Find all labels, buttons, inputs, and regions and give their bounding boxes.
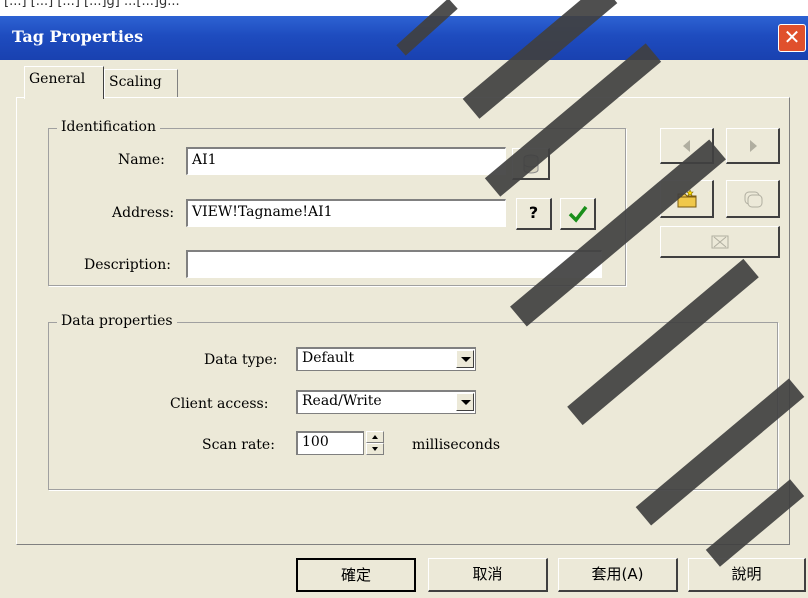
ok-button[interactable]: 確定 xyxy=(296,558,416,592)
chevron-down-icon[interactable] xyxy=(456,393,474,411)
check-icon xyxy=(568,205,587,223)
spin-up-icon[interactable] xyxy=(366,431,384,443)
description-label: Description: xyxy=(84,257,171,273)
top-strip-text: [...] [...] [...] [...]g] ...[...]g... xyxy=(4,0,180,9)
tab-scaling-label: Scaling xyxy=(109,74,162,90)
data-type-value: Default xyxy=(302,350,355,366)
scan-rate-value: 100 xyxy=(302,434,329,450)
chevron-down-icon[interactable] xyxy=(456,350,474,368)
apply-button[interactable]: 套用(A) xyxy=(558,558,678,592)
help-button[interactable]: 說明 xyxy=(688,558,806,592)
tab-scaling[interactable]: Scaling xyxy=(104,69,178,97)
close-icon: ✕ xyxy=(783,25,801,49)
client-access-label: Client access: xyxy=(170,396,269,412)
client-access-value: Read/Write xyxy=(302,393,382,409)
data-properties-legend: Data properties xyxy=(57,313,177,329)
next-icon xyxy=(749,140,757,152)
address-label: Address: xyxy=(112,205,175,221)
scan-rate-field[interactable]: 100 xyxy=(296,431,364,455)
scan-rate-spinner[interactable] xyxy=(366,431,384,455)
name-field[interactable]: AI1 xyxy=(186,147,506,175)
scan-rate-label: Scan rate: xyxy=(202,437,275,453)
identification-legend: Identification xyxy=(57,119,160,135)
validate-button[interactable] xyxy=(560,198,596,230)
next-tag-button[interactable] xyxy=(726,128,780,164)
delete-tag-icon xyxy=(711,235,728,249)
tab-general-label: General xyxy=(29,71,86,87)
copy-tag-button[interactable] xyxy=(726,180,780,218)
background-strip: [...] [...] [...] [...]g] ...[...]g... xyxy=(0,0,808,16)
window-title: Tag Properties xyxy=(12,27,144,46)
copy-tag-icon xyxy=(744,191,762,208)
delete-tag-button[interactable] xyxy=(660,226,780,258)
help-icon: ? xyxy=(528,203,539,222)
address-field[interactable]: VIEW!Tagname!AI1 xyxy=(186,199,506,227)
close-button[interactable]: ✕ xyxy=(778,24,806,52)
spin-down-icon[interactable] xyxy=(366,443,384,455)
data-type-label: Data type: xyxy=(204,352,278,368)
data-type-select[interactable]: Default xyxy=(296,347,476,371)
client-access-select[interactable]: Read/Write xyxy=(296,390,476,414)
tab-general[interactable]: General xyxy=(24,66,104,99)
scan-rate-unit: milliseconds xyxy=(412,437,501,453)
description-field[interactable] xyxy=(186,250,602,278)
cancel-button[interactable]: 取消 xyxy=(428,558,548,592)
name-label: Name: xyxy=(118,152,165,168)
help-address-button[interactable]: ? xyxy=(516,198,552,230)
